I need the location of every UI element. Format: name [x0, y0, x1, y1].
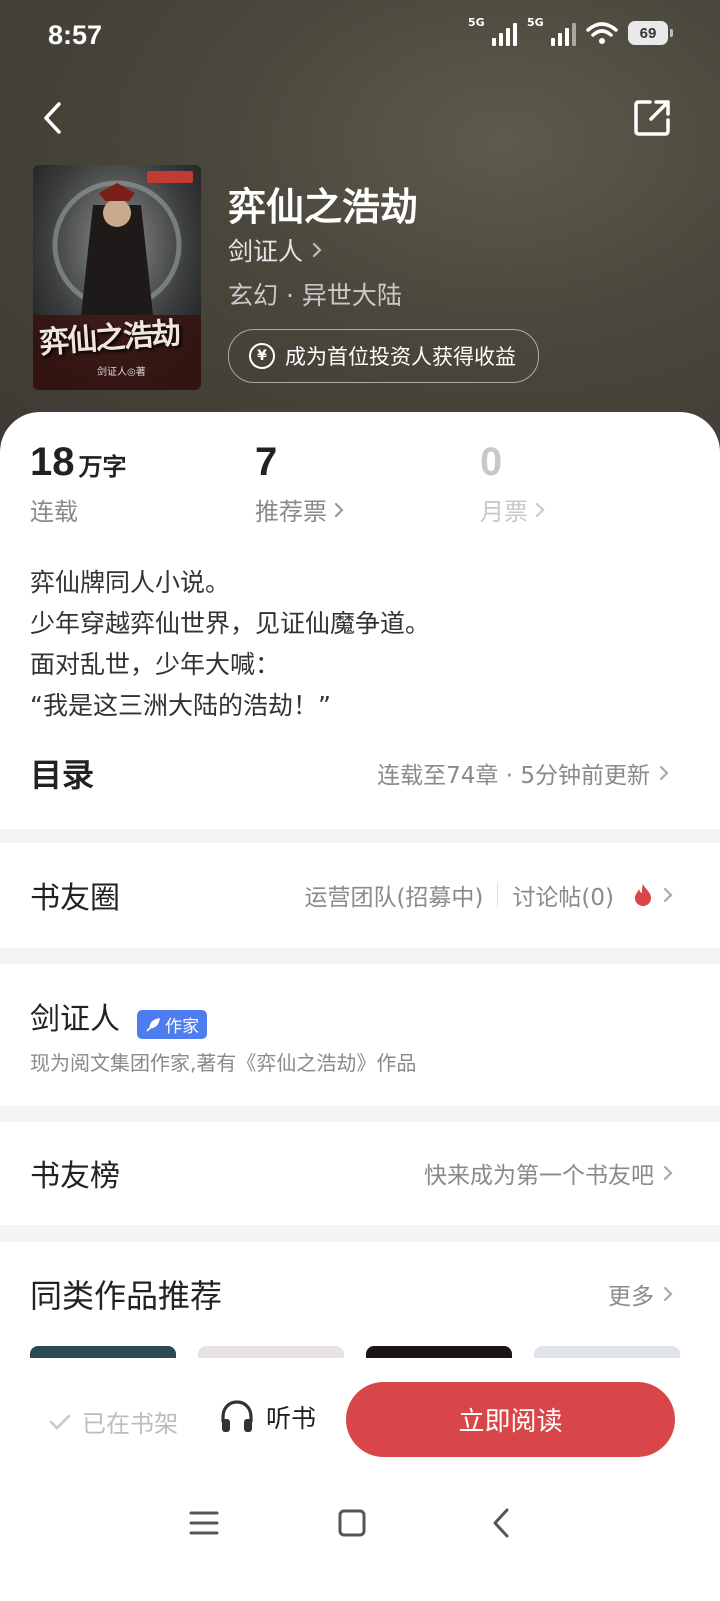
fan-ranking-info: 快来成为第一个书友吧: [424, 1163, 654, 1189]
author-card-header: 剑证人 作家: [30, 994, 208, 1039]
book-genre: 玄幻 · 异世大陆: [228, 281, 402, 310]
monthly-votes-label: 月票: [480, 498, 528, 526]
toc-title: 目录: [30, 756, 95, 794]
chevron-right-icon: [535, 502, 545, 517]
toc-info: 连载至74章 · 5分钟前更新: [377, 763, 650, 789]
headphones-icon: [221, 1400, 253, 1432]
signal-icon-2: 5G: [527, 16, 576, 46]
fan-ranking-card[interactable]: 书友榜 快来成为第一个书友吧: [0, 1122, 720, 1225]
description-line: 少年穿越弈仙世界，见证仙魔争道。: [30, 609, 431, 638]
invest-button[interactable]: ¥ 成为首位投资人获得收益: [228, 329, 539, 383]
book-circle-card[interactable]: 书友圈 运营团队(招募中) 讨论帖(0): [0, 843, 720, 948]
home-icon[interactable]: [338, 1509, 366, 1537]
recommend-votes-stat[interactable]: 7 推荐票: [255, 438, 345, 527]
share-icon[interactable]: [630, 96, 674, 140]
word-count-unit: 万字: [78, 453, 127, 481]
more-link[interactable]: 更多: [608, 1277, 674, 1311]
divider: [497, 883, 499, 907]
status-label: 连载: [30, 498, 78, 526]
recommend-votes-value: 7: [255, 440, 278, 484]
discussion-posts-link[interactable]: 讨论帖(0): [512, 878, 614, 912]
battery-icon: 69: [628, 21, 673, 45]
monthly-votes-stat[interactable]: 0 月票: [480, 438, 546, 527]
description-line: 弈仙牌同人小说。: [30, 568, 231, 597]
chevron-right-icon: [663, 1165, 673, 1181]
book-cover[interactable]: 弈仙之浩劫 剑证人◎著: [33, 165, 201, 390]
listen-button[interactable]: 听书: [218, 1398, 316, 1436]
word-count-value: 18: [30, 440, 75, 484]
system-back-icon[interactable]: [490, 1507, 512, 1539]
writer-badge-label: 作家: [165, 1017, 200, 1037]
status-bar: 8:57 5G 5G 69: [0, 0, 720, 70]
word-count-stat: 18 万字 连载: [30, 438, 127, 527]
cover-author-text: 剑证人◎著: [97, 367, 146, 378]
invest-label: 成为首位投资人获得收益: [285, 345, 516, 369]
author-link[interactable]: 剑证人: [228, 232, 323, 268]
menu-icon[interactable]: [189, 1510, 219, 1536]
book-circle-title: 书友圈: [30, 881, 120, 916]
similar-works-title: 同类作品推荐: [30, 1277, 223, 1315]
yen-icon: ¥: [249, 343, 275, 369]
listen-label: 听书: [266, 1404, 317, 1433]
network-type-2: 5G: [527, 16, 544, 29]
system-nav-bar: [0, 1500, 720, 1550]
table-of-contents-row[interactable]: 目录 连载至74章 · 5分钟前更新: [30, 750, 670, 796]
book-description: 弈仙牌同人小说。 少年穿越弈仙世界，见证仙魔争道。 面对乱世，少年大喊： “我是…: [30, 562, 430, 726]
network-type: 5G: [468, 16, 485, 29]
check-icon: [49, 1414, 71, 1429]
chevron-right-icon: [334, 502, 344, 517]
fan-ranking-title: 书友榜: [30, 1159, 120, 1194]
chevron-right-icon: [663, 887, 673, 903]
back-icon[interactable]: [32, 96, 76, 140]
ops-team-link[interactable]: 运营团队(招募中): [304, 878, 483, 912]
author-card-name: 剑证人: [30, 1002, 120, 1037]
description-line: 面对乱世，少年大喊：: [30, 650, 281, 679]
chevron-right-icon: [663, 1286, 673, 1302]
in-bookshelf-button[interactable]: 已在书架: [48, 1404, 178, 1439]
more-label: 更多: [608, 1284, 654, 1310]
writer-badge: 作家: [137, 1010, 208, 1039]
in-bookshelf-label: 已在书架: [82, 1410, 178, 1438]
wifi-icon: [586, 22, 618, 44]
signal-icon: 5G: [468, 16, 517, 46]
author-name: 剑证人: [228, 237, 304, 266]
monthly-votes-value: 0: [480, 440, 503, 484]
author-card[interactable]: 剑证人 作家 现为阅文集团作家,著有《弈仙之浩劫》作品: [0, 964, 720, 1106]
fire-icon: [635, 884, 651, 906]
description-line: “我是这三洲大陆的浩劫！”: [30, 691, 331, 720]
feather-icon: [146, 1017, 161, 1032]
similar-works-section: 同类作品推荐 更多: [0, 1242, 720, 1362]
recommend-votes-label: 推荐票: [255, 498, 327, 526]
chevron-right-icon: [312, 242, 322, 258]
read-now-button[interactable]: 立即阅读: [346, 1382, 675, 1457]
status-time: 8:57: [48, 20, 103, 50]
author-bio: 现为阅文集团作家,著有《弈仙之浩劫》作品: [30, 1051, 417, 1075]
book-title: 弈仙之浩劫: [228, 185, 419, 229]
chevron-right-icon: [659, 765, 669, 781]
